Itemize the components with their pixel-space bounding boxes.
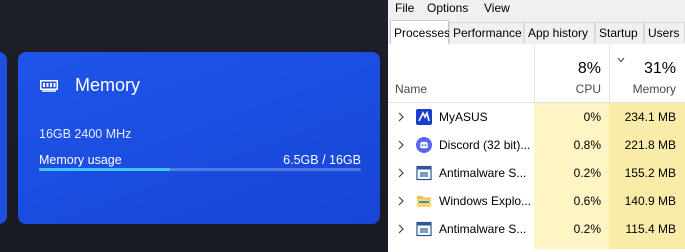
menu-view[interactable]: View — [484, 1, 510, 15]
chevron-right-icon[interactable] — [398, 112, 404, 122]
process-cpu: 0.2% — [573, 166, 601, 180]
folder-icon — [417, 196, 431, 207]
process-row[interactable]: Windows Explo... 0.6% 140.9 MB — [388, 187, 685, 215]
chevron-right-icon[interactable] — [398, 140, 404, 150]
cpu-cell — [534, 243, 609, 249]
memory-total[interactable]: 31% — [644, 60, 676, 78]
memory-spec: 16GB 2400 MHz — [39, 127, 132, 141]
service-window-icon — [416, 221, 432, 237]
process-memory: 155.2 MB — [624, 166, 676, 180]
process-row[interactable] — [388, 243, 685, 249]
cpu-total[interactable]: 8% — [578, 60, 601, 78]
column-header-memory[interactable]: Memory — [633, 82, 676, 96]
tab-app-history[interactable]: App history — [524, 22, 595, 43]
tab-performance[interactable]: Performance — [449, 22, 524, 43]
column-divider[interactable] — [534, 44, 535, 102]
process-memory: 140.9 MB — [624, 194, 676, 208]
tab-users[interactable]: Users — [644, 22, 685, 43]
process-memory: 234.1 MB — [624, 110, 676, 124]
memory-usage-bar — [39, 168, 361, 171]
process-name: Antimalware S... — [439, 166, 527, 180]
process-list: MyASUS 0% 234.1 MB Discord (32 bit)... 0… — [388, 103, 685, 249]
memory-card[interactable]: Memory 16GB 2400 MHz Memory usage 6.5GB … — [18, 52, 380, 224]
chevron-right-icon[interactable] — [398, 196, 404, 206]
process-name: Discord (32 bit)... — [439, 138, 531, 152]
column-divider[interactable] — [609, 44, 610, 102]
process-cpu: 0% — [583, 110, 601, 124]
process-name: Windows Explo... — [439, 194, 532, 208]
chevron-right-icon[interactable] — [398, 168, 404, 178]
column-header-cpu[interactable]: CPU — [576, 82, 601, 96]
memory-card-title: Memory — [75, 75, 141, 95]
menu-file[interactable]: File — [395, 1, 414, 15]
menu-options[interactable]: Options — [427, 1, 468, 15]
tab-startup[interactable]: Startup — [595, 22, 644, 43]
adjacent-card[interactable] — [0, 52, 7, 224]
process-name: Antimalware S... — [439, 222, 527, 236]
column-header-row: Name 8% CPU 31% Memory — [388, 44, 685, 103]
memory-module-icon — [40, 80, 58, 92]
process-name: MyASUS — [439, 110, 488, 124]
process-row[interactable]: Antimalware S... 0.2% 115.4 MB — [388, 215, 685, 243]
chevron-right-icon[interactable] — [398, 224, 404, 234]
process-cpu: 0.2% — [573, 222, 601, 236]
chevron-down-icon[interactable] — [617, 57, 625, 63]
memory-usage-label: Memory usage — [39, 153, 122, 167]
process-memory: 221.8 MB — [624, 138, 676, 152]
tab-processes[interactable]: Processes — [390, 20, 450, 44]
myasus-icon — [416, 109, 432, 125]
process-cpu: 0.6% — [573, 194, 601, 208]
process-memory: 115.4 MB — [625, 222, 676, 236]
tab-bar: Processes Performance App history Startu… — [388, 18, 685, 45]
memory-usage-value: 6.5GB / 16GB — [283, 153, 361, 167]
discord-icon — [416, 137, 432, 153]
menu-bar: File Options View — [388, 0, 685, 18]
memory-usage-bar-fill — [39, 168, 170, 171]
column-header-name[interactable]: Name — [395, 82, 427, 96]
process-row[interactable]: Discord (32 bit)... 0.8% 221.8 MB — [388, 131, 685, 159]
task-manager-window: File Options View Processes Performance … — [388, 0, 685, 252]
process-row[interactable]: Antimalware S... 0.2% 155.2 MB — [388, 159, 685, 187]
process-row[interactable]: MyASUS 0% 234.1 MB — [388, 103, 685, 131]
process-cpu: 0.8% — [573, 138, 601, 152]
memory-cell — [609, 243, 685, 249]
service-window-icon — [416, 165, 432, 181]
